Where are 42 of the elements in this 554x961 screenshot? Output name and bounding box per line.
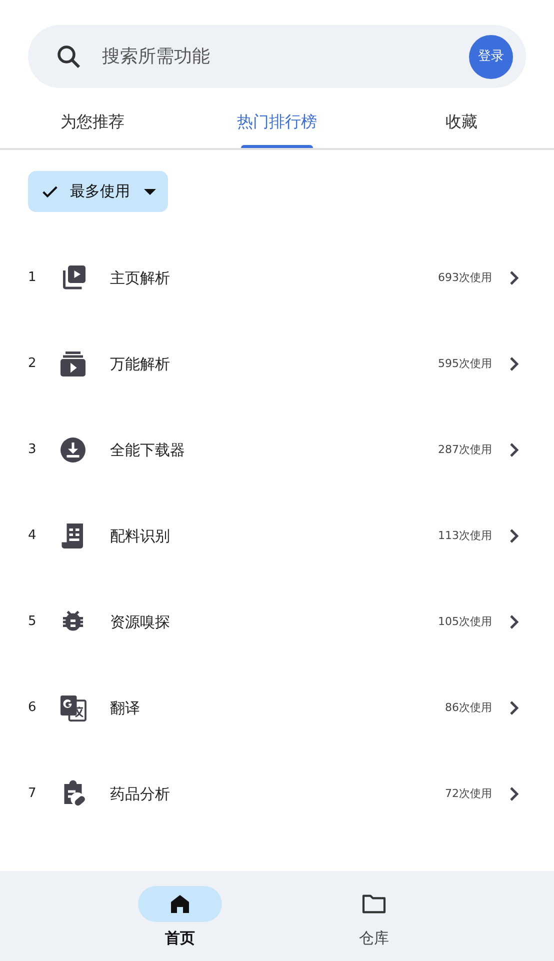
nav-item[interactable]: 仓库 xyxy=(332,886,416,961)
ranking-row[interactable]: 2 万能解析 595次使用 xyxy=(0,321,554,407)
tab[interactable]: 收藏 xyxy=(369,96,554,148)
usage-count: 693次使用 xyxy=(438,270,492,286)
download-icon xyxy=(58,435,88,465)
rank-number: 3 xyxy=(28,441,38,460)
search-field[interactable]: 搜索所需功能 登录 xyxy=(28,25,526,88)
item-name: 主页解析 xyxy=(110,268,171,289)
ranking-row[interactable]: 4 配料识别 113次使用 xyxy=(0,493,554,579)
ranking-row[interactable]: 1 主页解析 693次使用 xyxy=(0,235,554,321)
item-name: 全能下载器 xyxy=(110,440,186,461)
tab[interactable]: 热门排行榜 xyxy=(184,96,370,148)
caret-icon xyxy=(144,188,156,194)
item-name: 药品分析 xyxy=(110,784,171,805)
login-button[interactable]: 登录 xyxy=(469,34,513,78)
home-icon xyxy=(168,892,192,916)
ranking-row[interactable]: 3 全能下载器 287次使用 xyxy=(0,407,554,493)
video-box-icon xyxy=(58,349,88,379)
usage-count: 72次使用 xyxy=(445,786,492,802)
search-input[interactable]: 搜索所需功能 xyxy=(102,43,469,70)
translate-icon xyxy=(58,693,88,723)
rank-number: 5 xyxy=(28,613,38,632)
usage-count: 86次使用 xyxy=(445,700,492,716)
rank-number: 7 xyxy=(28,785,38,804)
nav-item[interactable]: 首页 xyxy=(138,886,222,961)
rank-number: 6 xyxy=(28,699,38,718)
ranking-row[interactable]: 7 药品分析 72次使用 xyxy=(0,751,554,837)
usage-count: 105次使用 xyxy=(438,614,492,630)
item-name: 万能解析 xyxy=(110,354,171,375)
usage-count: 287次使用 xyxy=(438,442,492,458)
item-name: 资源嗅探 xyxy=(110,612,171,633)
ranking-row[interactable]: 6 翻译 86次使用 xyxy=(0,665,554,751)
tab[interactable]: 为您推荐 xyxy=(0,96,185,148)
rank-number: 2 xyxy=(28,355,38,374)
item-name: 配料识别 xyxy=(110,526,171,547)
sort-chip[interactable]: 最多使用 xyxy=(28,171,168,212)
ranking-row[interactable]: 5 资源嗅探 105次使用 xyxy=(0,579,554,665)
usage-count: 595次使用 xyxy=(438,356,492,372)
item-name: 翻译 xyxy=(110,698,141,719)
rank-number: 4 xyxy=(28,527,38,546)
usage-count: 113次使用 xyxy=(438,528,492,544)
rank-number: 1 xyxy=(28,269,38,288)
